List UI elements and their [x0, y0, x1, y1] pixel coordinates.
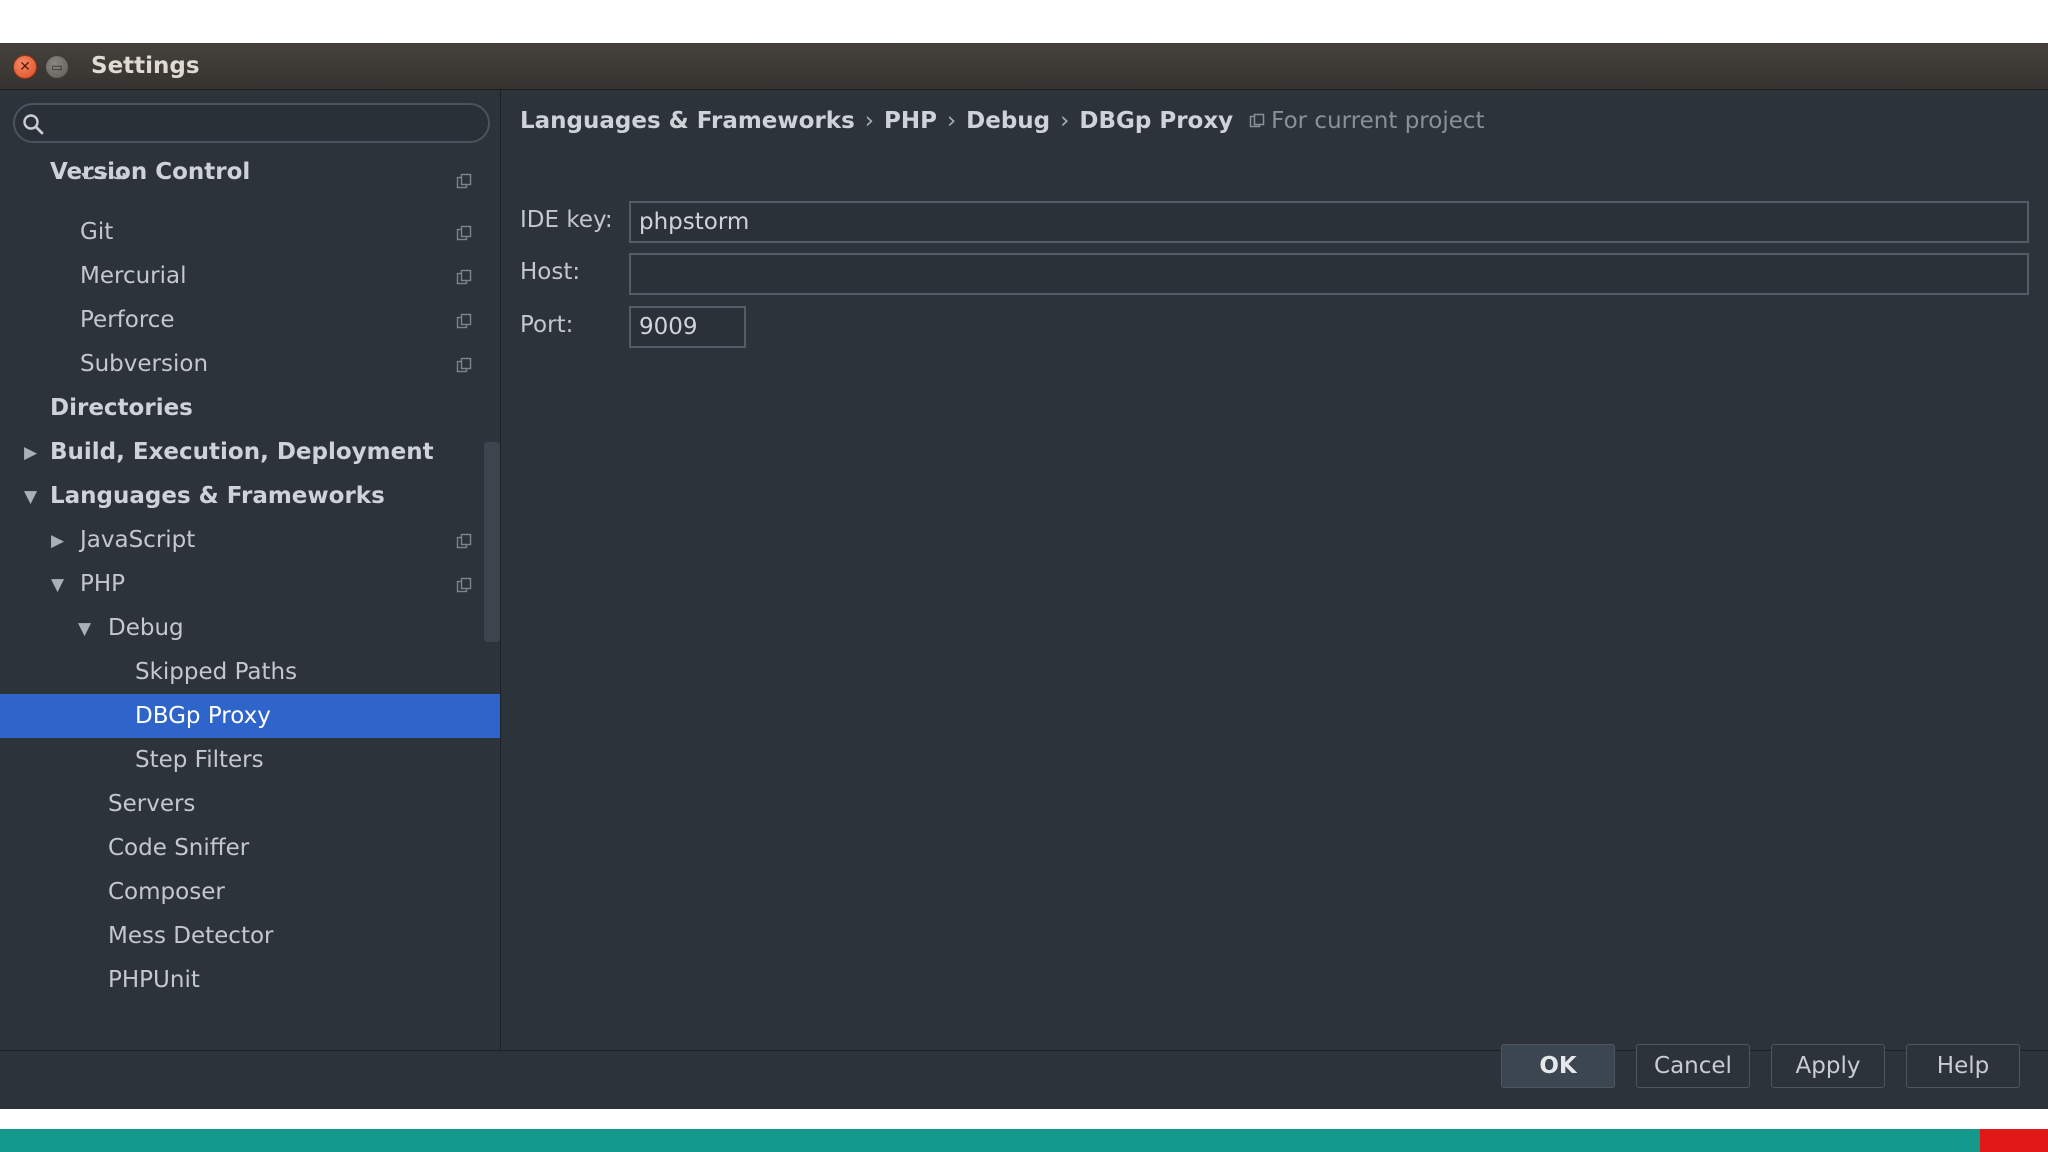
cancel-button[interactable]: Cancel	[1636, 1044, 1750, 1088]
project-scope-icon	[456, 577, 472, 593]
search-icon	[23, 114, 44, 135]
tree-item-label: Subversion	[80, 351, 209, 377]
breadcrumb-item: Debug	[966, 108, 1051, 134]
settings-search-box[interactable]	[13, 103, 490, 143]
tree-item-label: CVS	[80, 173, 126, 185]
taskbar-indicator	[1980, 1129, 2048, 1152]
breadcrumb-separator: ›	[946, 108, 957, 134]
breadcrumb: Languages & Frameworks › PHP › Debug › D…	[520, 108, 1485, 134]
collapsed-arrow-icon[interactable]: ▶	[51, 531, 64, 551]
search-input[interactable]	[53, 109, 483, 137]
project-scope-icon	[456, 225, 472, 241]
breadcrumb-separator: ›	[864, 108, 874, 134]
sidebar-scrollbar[interactable]	[484, 442, 500, 642]
tree-item-label: Composer	[108, 879, 225, 905]
tree-item-composer[interactable]: Composer	[0, 870, 500, 914]
project-scope-icon	[456, 357, 472, 373]
breadcrumb-separator: ›	[1060, 108, 1070, 134]
tree-item-javascript[interactable]: ▶ JavaScript	[0, 518, 500, 562]
host-label: Host:	[520, 259, 581, 285]
tree-item-php[interactable]: ▼ PHP	[0, 562, 500, 606]
project-scope-icon	[1249, 113, 1265, 128]
tree-item-label: Code Sniffer	[108, 835, 250, 861]
tree-item-dbgp-proxy[interactable]: DBGp Proxy	[0, 694, 500, 738]
tree-item-label: PHP	[80, 571, 126, 597]
tree-item-label: Mess Detector	[108, 923, 274, 949]
help-button[interactable]: Help	[1906, 1044, 2020, 1088]
tree-item-label: DBGp Proxy	[135, 703, 271, 729]
tree-item-skipped-paths[interactable]: Skipped Paths	[0, 650, 500, 694]
project-scope-icon	[456, 269, 472, 285]
ok-button[interactable]: OK	[1501, 1044, 1615, 1088]
close-icon[interactable]: ✕	[13, 55, 37, 79]
tree-item-label: JavaScript	[80, 527, 196, 553]
expanded-arrow-icon[interactable]: ▼	[51, 575, 64, 595]
tree-item-label: Servers	[108, 791, 196, 817]
tree-item-git[interactable]: Git	[0, 210, 500, 254]
screen-bottom-margin	[0, 1109, 2048, 1129]
breadcrumb-item: PHP	[883, 108, 937, 134]
expanded-arrow-icon[interactable]: ▼	[24, 487, 37, 507]
tree-item-label: Perforce	[80, 307, 175, 333]
window-title: Settings	[91, 53, 200, 79]
tree-item-label: Mercurial	[80, 263, 187, 289]
apply-button[interactable]: Apply	[1771, 1044, 1885, 1088]
settings-content: Languages & Frameworks › PHP › Debug › D…	[502, 90, 2048, 1050]
ide-key-field[interactable]	[629, 201, 2029, 243]
tree-item-subversion[interactable]: Subversion	[0, 342, 500, 386]
tree-item-label: Directories	[50, 395, 193, 421]
tree-item-perforce[interactable]: Perforce	[0, 298, 500, 342]
tree-item-step-filters[interactable]: Step Filters	[0, 738, 500, 782]
project-scope-icon	[456, 313, 472, 329]
ide-key-label: IDE key:	[520, 207, 613, 233]
tree-item-directories[interactable]: Directories	[0, 386, 500, 430]
tree-item-label: Step Filters	[135, 747, 264, 773]
tree-item-label: Languages & Frameworks	[50, 483, 385, 509]
breadcrumb-item: Languages & Frameworks	[520, 108, 855, 134]
tree-item-label: Git	[80, 219, 114, 245]
tree-item-mess-detector[interactable]: Mess Detector	[0, 914, 500, 958]
scope-label: For current project	[1271, 108, 1485, 134]
tree-item-mercurial[interactable]: Mercurial	[0, 254, 500, 298]
tree-item-build-execution-deployment[interactable]: ▶ Build, Execution, Deployment	[0, 430, 500, 474]
tree-item-label: PHPUnit	[108, 967, 200, 993]
breadcrumb-item: DBGp Proxy	[1079, 108, 1234, 134]
project-scope-icon	[456, 533, 472, 549]
tree-item-languages-frameworks[interactable]: ▼ Languages & Frameworks	[0, 474, 500, 518]
tree-item-code-sniffer[interactable]: Code Sniffer	[0, 826, 500, 870]
port-label: Port:	[520, 312, 574, 338]
tree-item-label: Skipped Paths	[135, 659, 298, 685]
port-field[interactable]	[629, 306, 746, 348]
collapsed-arrow-icon[interactable]: ▶	[24, 443, 37, 463]
tree-item-label: Debug	[108, 615, 184, 641]
host-field[interactable]	[629, 253, 2029, 295]
title-bar: ✕ ▭ Settings	[0, 43, 2048, 90]
screen-top-margin	[0, 0, 2048, 43]
tree-item-label: Build, Execution, Deployment	[50, 439, 434, 465]
tree-item-debug[interactable]: ▼ Debug	[0, 606, 500, 650]
tree-item-cvs[interactable]: CVS	[0, 173, 500, 193]
minimize-icon[interactable]: ▭	[45, 55, 69, 79]
taskbar-strip	[0, 1129, 1980, 1152]
project-scope-icon	[456, 173, 472, 189]
settings-window: ✕ ▭ Settings Version ControlCVSGitMercur…	[0, 43, 2048, 1109]
tree-item-servers[interactable]: Servers	[0, 782, 500, 826]
expanded-arrow-icon[interactable]: ▼	[78, 619, 91, 639]
settings-sidebar: Version ControlCVSGitMercurialPerforceSu…	[0, 90, 501, 1050]
tree-item-phpunit[interactable]: PHPUnit	[0, 958, 500, 1002]
scope-indicator: For current project	[1249, 108, 1485, 134]
